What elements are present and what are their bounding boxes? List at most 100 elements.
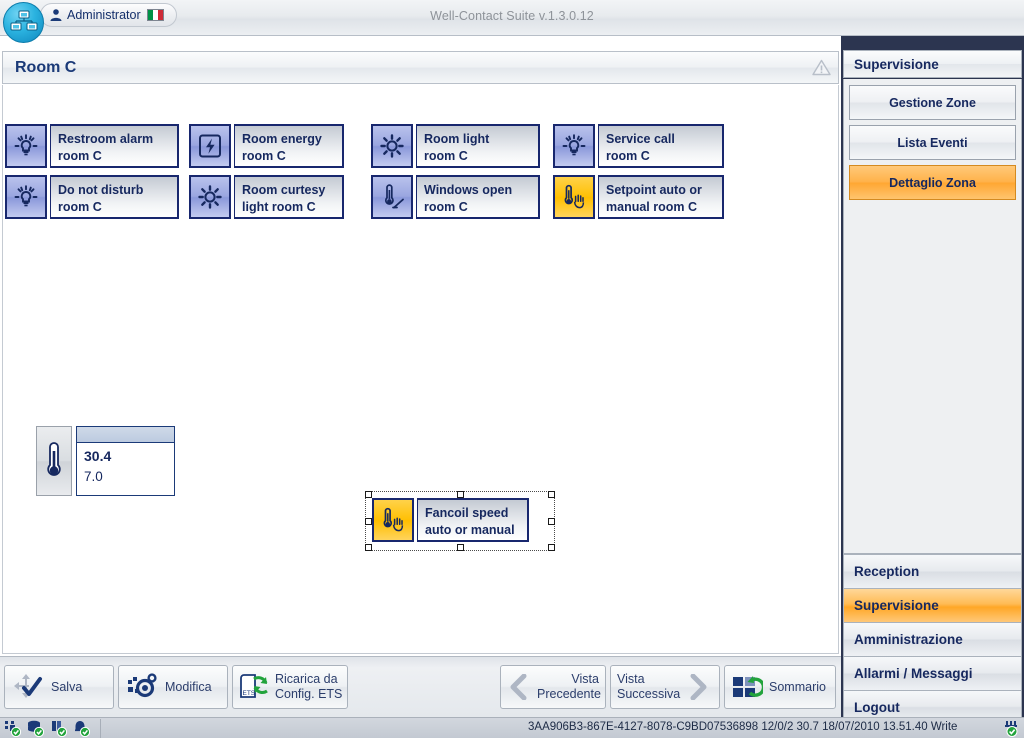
edit-button[interactable]: Modifica — [118, 665, 228, 709]
nav-item-label: Allarmi / Messaggi — [854, 666, 973, 681]
label-line-1: Fancoil speed — [425, 506, 509, 520]
status-bar: 3AA906B3-867E-4127-8078-C9BD07536898 12/… — [0, 717, 1024, 738]
reload-label-line-1: Ricarica da — [275, 672, 338, 686]
nav-item-amministrazione[interactable]: Amministrazione — [843, 622, 1022, 656]
main-content-panel: Room C Restroom alarm room C Room energy… — [0, 36, 841, 656]
label-line-1: Do not disturb — [58, 183, 144, 197]
widget-label[interactable]: Windows open room C — [416, 175, 540, 219]
widget-label[interactable]: Do not disturb room C — [50, 175, 179, 219]
previous-view-button[interactable]: Vista Precedente — [500, 665, 606, 709]
widget-windows-open[interactable]: Windows open room C — [371, 175, 540, 219]
sidebar-item-lista-eventi[interactable]: Lista Eventi — [849, 125, 1016, 160]
status-icon-group — [4, 720, 91, 738]
sidebar-item-label: Dettaglio Zona — [889, 175, 976, 190]
gear-config-icon — [119, 673, 165, 701]
resize-handle-w[interactable] — [365, 518, 372, 525]
widget-room-light[interactable]: Room light room C — [371, 124, 540, 168]
sun-bulb-icon[interactable] — [371, 124, 413, 168]
zone-detail-canvas[interactable]: Restroom alarm room C Room energy room C — [2, 85, 839, 654]
thermometer-icon[interactable] — [36, 426, 72, 496]
widget-do-not-disturb[interactable]: Do not disturb room C — [5, 175, 179, 219]
chevron-right-icon — [681, 674, 715, 700]
widget-label[interactable]: Room energy room C — [234, 124, 344, 168]
summary-label: Sommario — [769, 679, 826, 694]
summary-button[interactable]: Sommario — [724, 665, 836, 709]
sidebar-item-gestione-zone[interactable]: Gestione Zone — [849, 85, 1016, 120]
alarm-status-icon[interactable] — [73, 720, 91, 738]
thermometer-window-icon[interactable] — [371, 175, 413, 219]
widget-service-call[interactable]: Service call room C — [553, 124, 724, 168]
resize-handle-se[interactable] — [548, 544, 555, 551]
widget-setpoint-auto-manual[interactable]: Setpoint auto or manual room C — [553, 175, 724, 219]
reload-ets-button[interactable]: ETS Ricarica da Config. ETS — [232, 665, 348, 709]
nav-item-label: Reception — [854, 564, 920, 579]
nav-item-reception[interactable]: Reception — [843, 554, 1022, 588]
summary-grid-icon — [725, 674, 769, 700]
widget-label[interactable]: Restroom alarm room C — [50, 124, 179, 168]
title-bar: Administrator Well-Contact Suite v.1.3.0… — [0, 0, 1024, 43]
widget-label[interactable]: Room curtesy light room C — [234, 175, 344, 219]
svg-text:ETS: ETS — [243, 690, 256, 697]
device-status-icon[interactable] — [50, 720, 68, 738]
label-line-1: Room light — [424, 132, 490, 146]
resize-handle-sw[interactable] — [365, 544, 372, 551]
sidebar-item-dettaglio-zona[interactable]: Dettaglio Zona — [849, 165, 1016, 200]
chevron-left-icon — [501, 674, 537, 700]
thermometer-hand-icon[interactable] — [553, 175, 595, 219]
application-window: Administrator Well-Contact Suite v.1.3.0… — [0, 0, 1024, 738]
nav-item-label: Supervisione — [854, 598, 939, 613]
nav-item-allarmi-messaggi[interactable]: Allarmi / Messaggi — [843, 656, 1022, 690]
label-line-2: room C — [424, 149, 468, 163]
widget-label[interactable]: Fancoil speed auto or manual — [417, 498, 529, 542]
thermometer-hand-icon[interactable] — [372, 498, 414, 542]
nav-item-supervisione[interactable]: Supervisione — [843, 588, 1022, 622]
save-button[interactable]: Salva — [4, 665, 114, 709]
resize-handle-e[interactable] — [548, 518, 555, 525]
lamp-rays-icon[interactable] — [5, 175, 47, 219]
label-line-1: Room energy — [242, 132, 322, 146]
resize-handle-s[interactable] — [457, 544, 464, 551]
label-line-2: room C — [58, 200, 102, 214]
prev-label-line-2: Precedente — [537, 687, 601, 701]
sidebar-header: Supervisione — [843, 50, 1022, 78]
lamp-rays-icon[interactable] — [553, 124, 595, 168]
label-line-2: light room C — [242, 200, 316, 214]
reload-ets-label: Ricarica da Config. ETS — [275, 672, 342, 702]
next-label-line-2: Successiva — [617, 687, 681, 701]
lamp-rays-icon[interactable] — [5, 124, 47, 168]
temperature-values: 30.4 7.0 — [76, 426, 175, 496]
widget-room-energy[interactable]: Room energy room C — [189, 124, 344, 168]
sidebar-item-label: Gestione Zone — [889, 95, 976, 110]
widget-label[interactable]: Room light room C — [416, 124, 540, 168]
resize-handle-n[interactable] — [457, 491, 464, 498]
widget-room-curtesy-light[interactable]: Room curtesy light room C — [189, 175, 344, 219]
label-line-1: Setpoint auto or — [606, 183, 702, 197]
connection-ok-icon[interactable] — [1003, 720, 1020, 738]
widget-label[interactable]: Setpoint auto or manual room C — [598, 175, 724, 219]
warning-triangle-icon[interactable] — [808, 55, 834, 80]
widget-label[interactable]: Service call room C — [598, 124, 724, 168]
sun-bulb-icon[interactable] — [189, 175, 231, 219]
knx-bus-status-icon[interactable] — [4, 720, 22, 738]
selected-widget-fancoil-speed[interactable]: Fancoil speed auto or manual — [365, 491, 555, 551]
next-view-button[interactable]: Vista Successiva — [610, 665, 720, 709]
network-computers-icon — [3, 2, 44, 43]
temperature-primary-value: 30.4 — [84, 448, 112, 464]
resize-handle-ne[interactable] — [548, 491, 555, 498]
widget-fancoil-speed[interactable]: Fancoil speed auto or manual — [372, 498, 529, 542]
move-check-icon — [5, 673, 51, 701]
ets-refresh-icon: ETS — [233, 673, 275, 701]
temperature-secondary-value: 7.0 — [84, 469, 103, 484]
next-view-label: Vista Successiva — [611, 672, 681, 702]
resize-handle-nw[interactable] — [365, 491, 372, 498]
database-status-icon[interactable] — [27, 720, 45, 738]
widget-restroom-alarm[interactable]: Restroom alarm room C — [5, 124, 179, 168]
bottom-toolbar: Salva Modifica ETS Ricarica da Config. E… — [0, 656, 841, 717]
save-label: Salva — [51, 679, 83, 694]
temperature-readout-widget[interactable]: 30.4 7.0 — [36, 426, 175, 496]
next-label-line-1: Vista — [617, 672, 645, 686]
lightning-bolt-icon[interactable] — [189, 124, 231, 168]
readout-header-band — [77, 427, 174, 443]
label-line-2: auto or manual — [425, 523, 515, 537]
nav-item-label: Logout — [854, 699, 900, 715]
